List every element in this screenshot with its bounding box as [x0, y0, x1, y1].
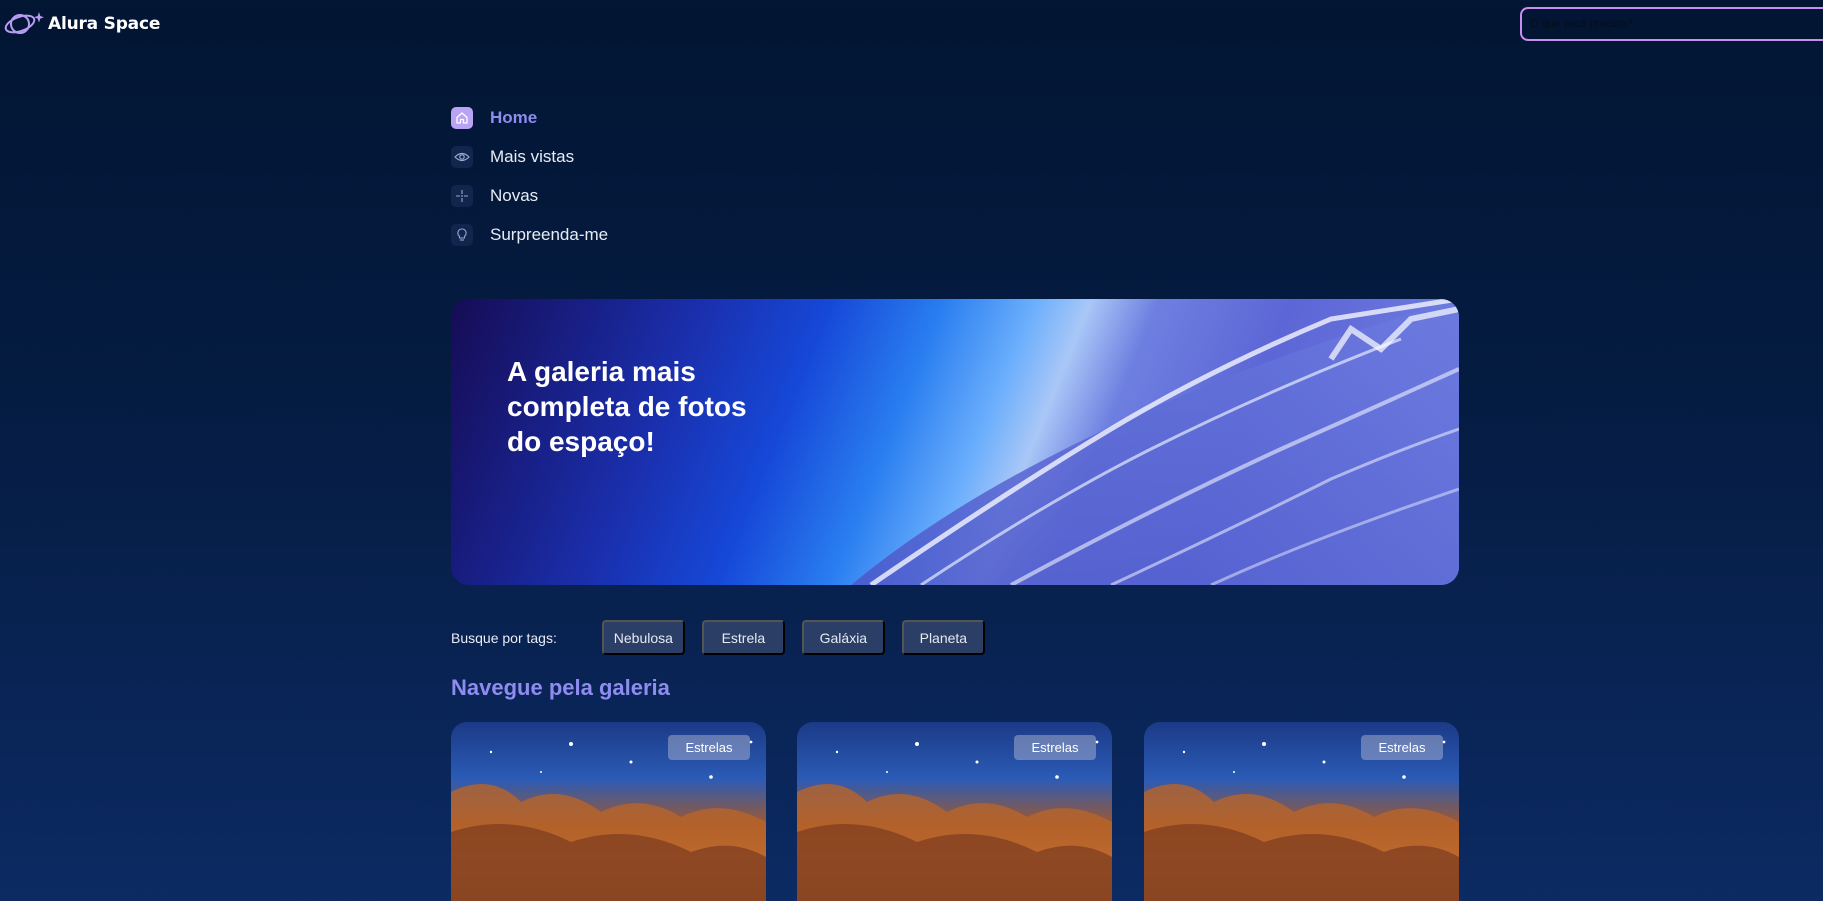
nav-item-mais-vistas[interactable]: Mais vistas: [451, 145, 608, 169]
card-tag: Estrelas: [668, 735, 750, 760]
lightbulb-icon: [451, 224, 473, 246]
search-input[interactable]: [1520, 7, 1823, 41]
tag-planeta[interactable]: Planeta: [901, 620, 985, 655]
tag-filter: Busque por tags: Nebulosa Estrela Galáxi…: [451, 620, 1002, 655]
nav-item-novas[interactable]: Novas: [451, 184, 608, 208]
logo-text: Alura Space: [48, 14, 161, 34]
nav-label-surpreenda-me: Surpreenda-me: [490, 225, 609, 244]
nav-label-home: Home: [490, 108, 538, 127]
gallery-title: Navegue pela galeria: [451, 675, 670, 700]
nav-label-mais-vistas: Mais vistas: [490, 147, 575, 166]
nav-item-home[interactable]: Home: [451, 106, 608, 130]
logo[interactable]: Alura Space: [2, 8, 160, 40]
sparkle-icon: [451, 185, 473, 207]
hero-banner: A galeria mais completa de fotos do espa…: [451, 299, 1459, 585]
planet-icon: [4, 12, 44, 34]
card-tag: Estrelas: [1361, 735, 1443, 760]
card-tag: Estrelas: [1014, 735, 1096, 760]
tag-galaxia[interactable]: Galáxia: [801, 620, 885, 655]
home-icon: [451, 107, 473, 129]
gallery-card[interactable]: Estrelas: [451, 722, 766, 901]
tag-estrela[interactable]: Estrela: [701, 620, 785, 655]
sidebar-nav: Home Mais vistas Novas Surpreenda-me: [451, 106, 608, 262]
eye-icon: [451, 146, 473, 168]
banner-title: A galeria mais completa de fotos do espa…: [507, 356, 747, 457]
tags-label: Busque por tags:: [451, 629, 557, 646]
gallery-card[interactable]: Estrelas: [797, 722, 1112, 901]
nav-label-novas: Novas: [490, 186, 539, 205]
nav-item-surpreenda-me[interactable]: Surpreenda-me: [451, 223, 608, 247]
tag-nebulosa[interactable]: Nebulosa: [601, 620, 685, 655]
gallery-card[interactable]: Estrelas: [1144, 722, 1459, 901]
